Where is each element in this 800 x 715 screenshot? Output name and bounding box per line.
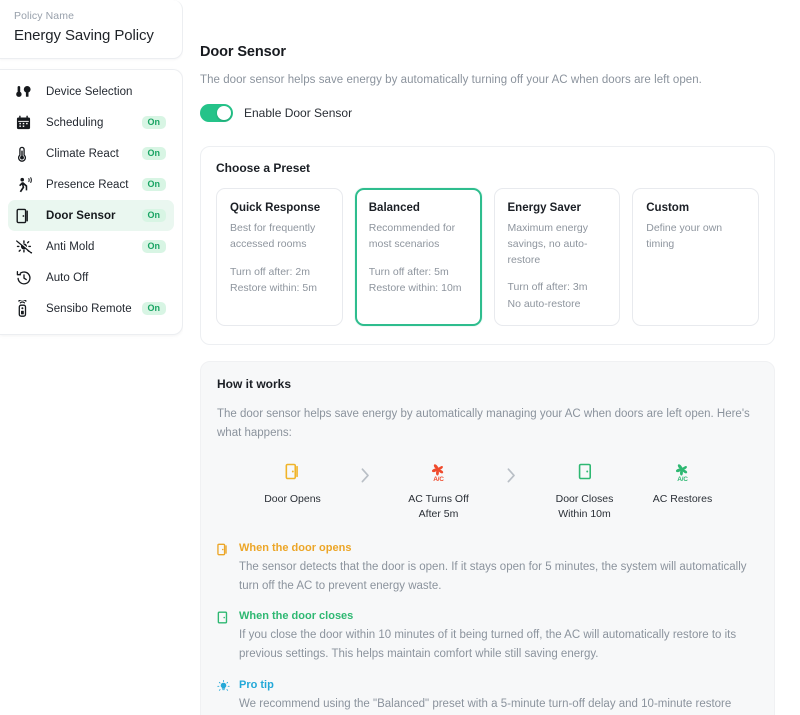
sidebar-nav: Device Selection Scheduling On Climate R… (0, 69, 183, 335)
preset-meta-turn-off: Turn off after: 3m (507, 281, 588, 294)
flow-step-door-opens: Door Opens (244, 459, 342, 507)
note-door-closes: When the door closes If you close the do… (217, 610, 758, 663)
sidebar-item-device-selection[interactable]: Device Selection (8, 76, 174, 107)
preset-name: Custom (646, 202, 690, 214)
door-open-icon (285, 459, 300, 485)
thermometer-icon (16, 145, 38, 163)
flow-step-label: AC Turns Off (408, 492, 469, 505)
ac-off-icon: A/C (430, 459, 447, 485)
preset-description: Best for frequently accessed rooms (230, 222, 316, 250)
preset-list: Quick Response Best for frequently acces… (216, 188, 759, 326)
how-it-works-title: How it works (217, 376, 292, 391)
main-content: Door Sensor The door sensor helps save e… (183, 0, 800, 715)
sidebar-item-auto-off[interactable]: Auto Off (8, 262, 174, 293)
flow-step-label: Door Closes (555, 492, 614, 505)
toggle-knob (217, 106, 231, 120)
page-subtitle: The door sensor helps save energy by aut… (200, 74, 702, 86)
policy-name-label: Policy Name (14, 10, 75, 22)
sidebar-item-climate-react[interactable]: Climate React On (8, 138, 174, 169)
sidebar-item-label: Sensibo Remote (46, 302, 132, 315)
how-it-works-flow: Door Opens A/C AC Turns Off After 5m Doo… (217, 459, 758, 522)
status-badge: On (141, 301, 166, 316)
flow-step-ac-turns-off: A/C AC Turns Off After 5m (390, 459, 488, 522)
calendar-icon (16, 114, 38, 132)
preset-meta-turn-off: Turn off after: 5m (368, 265, 449, 278)
sidebar-item-label: Auto Off (46, 271, 89, 284)
flow-step-ac-restores: A/C AC Restores (634, 459, 732, 507)
preset-meta-restore: Restore within: 5m (230, 281, 317, 294)
enable-door-sensor-row: Enable Door Sensor (200, 104, 775, 122)
enable-door-sensor-toggle[interactable] (200, 104, 233, 122)
note-heading: When the door closes (239, 610, 354, 623)
status-badge: On (141, 177, 166, 192)
clock-rewind-icon (16, 269, 38, 287)
policy-name-card[interactable]: Policy Name Energy Saving Policy (0, 0, 183, 59)
app-root: Policy Name Energy Saving Policy Device … (0, 0, 800, 715)
status-badge: On (141, 208, 166, 223)
sidebar-item-label: Climate React (46, 147, 119, 160)
preset-name: Balanced (368, 202, 420, 214)
enable-door-sensor-label: Enable Door Sensor (244, 106, 353, 120)
lightbulb-icon (217, 679, 231, 715)
preset-card-energy-saver[interactable]: Energy Saver Maximum energy savings, no … (493, 188, 621, 326)
preset-panel-title: Choose a Preset (216, 161, 311, 175)
note-text: The sensor detects that the door is open… (239, 561, 747, 592)
door-closed-icon (217, 610, 231, 663)
door-open-icon (217, 542, 231, 595)
preset-name: Quick Response (230, 202, 321, 214)
sidebar-item-label: Presence React (46, 178, 129, 191)
note-door-opens: When the door opens The sensor detects t… (217, 542, 758, 595)
policy-name-value[interactable]: Energy Saving Policy (14, 27, 168, 44)
sidebar-item-label: Anti Mold (46, 240, 95, 253)
sidebar-item-anti-mold[interactable]: Anti Mold On (8, 231, 174, 262)
sidebar-item-door-sensor[interactable]: Door Sensor On (8, 200, 174, 231)
sidebar-item-label: Device Selection (46, 85, 133, 98)
flow-arrow-icon (342, 467, 390, 484)
page-title: Door Sensor (200, 44, 286, 60)
ac-restore-icon: A/C (674, 459, 691, 485)
sidebar-item-scheduling[interactable]: Scheduling On (8, 107, 174, 138)
how-it-works-intro: The door sensor helps save energy by aut… (217, 407, 750, 439)
flow-step-sublabel: Within 10m (558, 507, 611, 520)
preset-meta-restore: Restore within: 10m (368, 281, 462, 294)
note-text: If you close the door within 10 minutes … (239, 629, 737, 661)
door-closed-icon (578, 459, 592, 485)
note-text: We recommend using the "Balanced" preset… (239, 697, 732, 710)
sidebar-item-label: Door Sensor (46, 209, 116, 222)
flow-step-label: AC Restores (652, 492, 713, 505)
preset-card-quick-response[interactable]: Quick Response Best for frequently acces… (216, 188, 343, 326)
status-badge: On (141, 146, 166, 161)
device-selection-icon (16, 83, 38, 101)
preset-card-balanced[interactable]: Balanced Recommended for most scenarios … (354, 188, 482, 326)
ac-restore-icon-label: A/C (677, 475, 688, 483)
note-heading: When the door opens (239, 542, 352, 555)
preset-meta-restore: No auto-restore (507, 297, 581, 310)
preset-description: Define your own timing (646, 222, 723, 250)
ac-off-icon-label: A/C (433, 475, 444, 483)
note-pro-tip: Pro tip We recommend using the "Balanced… (217, 679, 758, 715)
flow-step-sublabel: After 5m (418, 507, 459, 520)
sidebar: Policy Name Energy Saving Policy Device … (0, 0, 183, 715)
sidebar-item-presence-react[interactable]: Presence React On (8, 169, 174, 200)
motion-sensor-icon (16, 176, 38, 194)
flow-step-door-closes: Door Closes Within 10m (536, 459, 634, 522)
door-icon (16, 207, 38, 225)
preset-meta-turn-off: Turn off after: 2m (230, 265, 310, 278)
remote-control-icon (16, 300, 38, 318)
preset-description: Maximum energy savings, no auto-restore (507, 222, 589, 266)
status-badge: On (141, 115, 166, 130)
preset-card-custom[interactable]: Custom Define your own timing (632, 188, 759, 326)
flow-arrow-icon (488, 467, 536, 484)
preset-name: Energy Saver (507, 202, 582, 214)
preset-description: Recommended for most scenarios (368, 222, 456, 250)
how-it-works-panel: How it works The door sensor helps save … (200, 360, 775, 715)
preset-panel: Choose a Preset Quick Response Best for … (200, 146, 775, 345)
anti-mold-icon (16, 238, 38, 256)
sidebar-item-label: Scheduling (46, 116, 104, 129)
sidebar-item-sensibo-remote[interactable]: Sensibo Remote On (8, 293, 174, 324)
status-badge: On (141, 239, 166, 254)
note-heading: Pro tip (239, 678, 274, 691)
flow-step-label: Door Opens (264, 492, 321, 505)
